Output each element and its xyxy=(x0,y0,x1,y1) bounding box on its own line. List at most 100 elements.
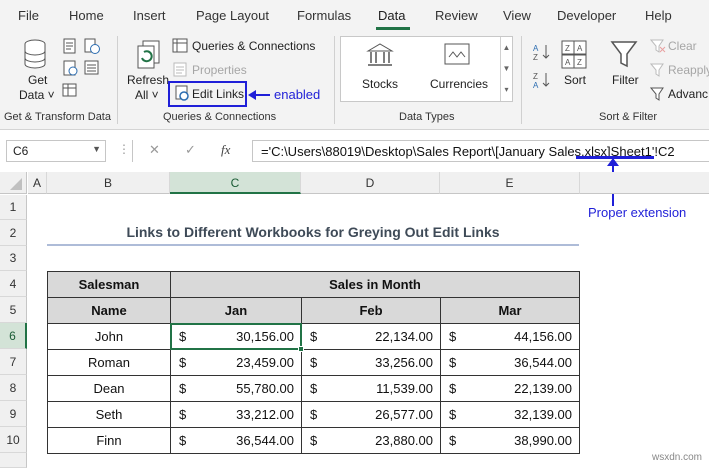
row-header-10[interactable]: 10 xyxy=(0,427,27,453)
table-cell-amount[interactable]: $38,990.00 xyxy=(440,427,580,454)
sort-icon[interactable]: Z AA Z xyxy=(561,40,589,72)
tab-data[interactable]: Data xyxy=(378,8,405,23)
column-header-a[interactable]: A xyxy=(28,172,47,194)
tab-file[interactable]: File xyxy=(18,8,39,23)
sort-za-icon[interactable]: ZA xyxy=(533,71,553,89)
header-name: Name xyxy=(47,297,171,324)
table-cell-name[interactable]: Seth xyxy=(47,401,171,428)
row-header-8[interactable]: 8 xyxy=(0,375,27,401)
header-feb: Feb xyxy=(301,297,441,324)
refresh-all-label-2[interactable]: All ˅ xyxy=(135,88,159,102)
table-cell-amount[interactable]: $44,156.00 xyxy=(440,323,580,350)
table-cell-name[interactable]: Finn xyxy=(47,427,171,454)
amount-value: 22,134.00 xyxy=(375,329,433,344)
svg-text:A: A xyxy=(533,44,539,53)
advanced-button[interactable]: Advanc xyxy=(668,87,708,101)
stocks-button[interactable]: Stocks xyxy=(362,77,398,91)
table-cell-amount[interactable]: $23,459.00 xyxy=(170,349,302,376)
select-all-corner[interactable] xyxy=(0,172,27,194)
svg-text:A: A xyxy=(565,58,571,67)
currencies-icon[interactable] xyxy=(443,42,471,68)
existing-connections-icon[interactable] xyxy=(84,60,100,76)
table-cell-amount[interactable]: $26,577.00 xyxy=(301,401,441,428)
stocks-icon[interactable] xyxy=(366,42,394,68)
table-cell-amount[interactable]: $30,156.00 xyxy=(170,323,302,350)
tab-help[interactable]: Help xyxy=(645,8,672,23)
name-box[interactable]: C6 ▼ xyxy=(6,140,106,162)
svg-text:A: A xyxy=(533,81,539,89)
row-header-7[interactable]: 7 xyxy=(0,349,27,375)
currency-symbol: $ xyxy=(179,407,187,422)
refresh-icon[interactable] xyxy=(135,38,165,72)
gallery-scroll[interactable]: ▲ ▼ ▾ xyxy=(500,37,512,101)
tab-review[interactable]: Review xyxy=(435,8,478,23)
insert-function-icon[interactable]: fx xyxy=(221,142,230,158)
currency-symbol: $ xyxy=(449,329,457,344)
ribbon: Get Data ˅ Get & Transform Data Refresh … xyxy=(0,32,709,130)
row-header-4[interactable]: 4 xyxy=(0,271,27,297)
row-header-6[interactable]: 6 xyxy=(0,323,27,349)
tab-insert[interactable]: Insert xyxy=(133,8,166,23)
svg-text:Z: Z xyxy=(565,44,570,53)
column-header-d[interactable]: D xyxy=(301,172,440,194)
row-header-1[interactable]: 1 xyxy=(0,195,27,220)
filter-icon[interactable] xyxy=(610,40,638,70)
column-header-c[interactable]: C xyxy=(170,172,301,194)
table-cell-amount[interactable]: $22,134.00 xyxy=(301,323,441,350)
data-types-group-label: Data Types xyxy=(399,111,455,123)
table-cell-amount[interactable]: $22,139.00 xyxy=(440,375,580,402)
sort-az-icon[interactable]: AZ xyxy=(533,43,553,61)
table-cell-amount[interactable]: $55,780.00 xyxy=(170,375,302,402)
from-table-icon[interactable] xyxy=(62,82,78,98)
properties-button[interactable]: Properties xyxy=(192,63,247,77)
from-web-icon[interactable] xyxy=(62,60,78,76)
header-sales-in-month: Sales in Month xyxy=(170,271,580,298)
properties-icon xyxy=(173,62,187,77)
row-header-3[interactable]: 3 xyxy=(0,246,27,271)
row-header-5[interactable]: 5 xyxy=(0,297,27,323)
get-data-label-2[interactable]: Data ˅ xyxy=(19,88,55,102)
clear-filter-icon xyxy=(650,39,666,53)
chevron-down-icon[interactable]: ▼ xyxy=(92,144,101,154)
sort-button[interactable]: Sort xyxy=(564,73,586,87)
clear-button[interactable]: Clear xyxy=(668,39,697,53)
table-cell-amount[interactable]: $32,139.00 xyxy=(440,401,580,428)
column-header-b[interactable]: B xyxy=(47,172,170,194)
table-cell-amount[interactable]: $33,212.00 xyxy=(170,401,302,428)
queries-connections-button[interactable]: Queries & Connections xyxy=(192,39,315,53)
table-cell-amount[interactable]: $23,880.00 xyxy=(301,427,441,454)
get-transform-group-label: Get & Transform Data xyxy=(4,111,111,123)
refresh-all-label-1[interactable]: Refresh xyxy=(127,73,169,87)
recent-sources-icon[interactable] xyxy=(84,38,100,54)
table-cell-amount[interactable]: $36,544.00 xyxy=(170,427,302,454)
get-data-label-1[interactable]: Get xyxy=(28,73,47,87)
database-icon[interactable] xyxy=(22,38,52,72)
tab-view[interactable]: View xyxy=(503,8,531,23)
row-header-9[interactable]: 9 xyxy=(0,401,27,427)
fill-handle[interactable] xyxy=(298,346,304,352)
advanced-filter-icon[interactable] xyxy=(650,87,666,101)
table-cell-amount[interactable]: $33,256.00 xyxy=(301,349,441,376)
table-cell-amount[interactable]: $36,544.00 xyxy=(440,349,580,376)
table-cell-amount[interactable]: $11,539.00 xyxy=(301,375,441,402)
filter-button[interactable]: Filter xyxy=(612,73,639,87)
tab-formulas[interactable]: Formulas xyxy=(297,8,351,23)
reapply-button[interactable]: Reapply xyxy=(668,63,709,77)
from-text-icon[interactable] xyxy=(62,38,78,54)
table-cell-name[interactable]: John xyxy=(47,323,171,350)
name-box-value: C6 xyxy=(13,144,29,158)
column-header-e[interactable]: E xyxy=(440,172,580,194)
currency-symbol: $ xyxy=(449,407,457,422)
enter-icon[interactable]: ✓ xyxy=(185,142,196,158)
amount-value: 55,780.00 xyxy=(236,381,294,396)
tab-home[interactable]: Home xyxy=(69,8,104,23)
table-cell-name[interactable]: Roman xyxy=(47,349,171,376)
currencies-button[interactable]: Currencies xyxy=(430,77,488,91)
queries-connections-icon[interactable] xyxy=(172,38,188,54)
tab-page-layout[interactable]: Page Layout xyxy=(196,8,269,23)
tab-developer[interactable]: Developer xyxy=(557,8,616,23)
currency-symbol: $ xyxy=(179,355,187,370)
cancel-icon[interactable]: ✕ xyxy=(149,142,160,158)
table-cell-name[interactable]: Dean xyxy=(47,375,171,402)
row-header-2[interactable]: 2 xyxy=(0,220,27,246)
